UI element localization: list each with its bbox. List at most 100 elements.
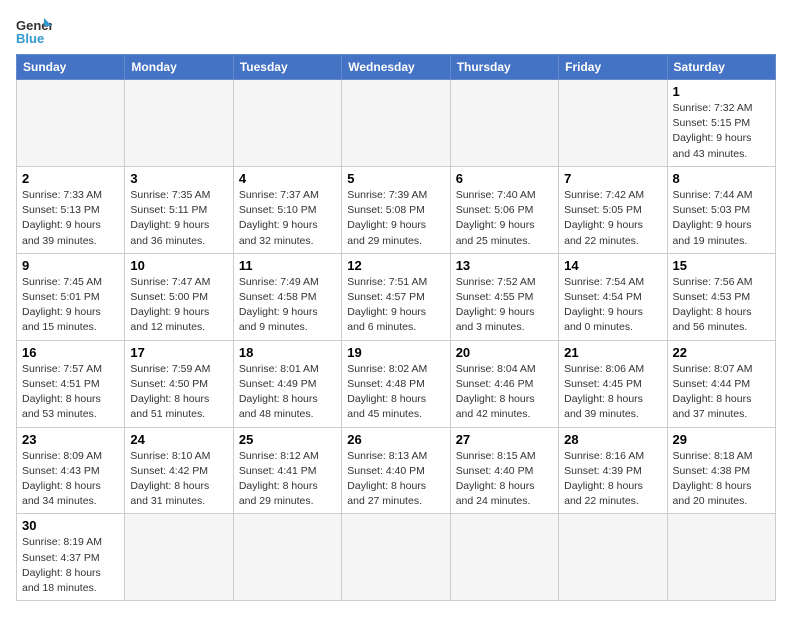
day-info: Sunrise: 8:19 AM Sunset: 4:37 PM Dayligh…	[22, 535, 119, 596]
calendar-week-row: 30 Sunrise: 8:19 AM Sunset: 4:37 PM Dayli…	[17, 514, 776, 601]
calendar-cell: 20 Sunrise: 8:04 AM Sunset: 4:46 PM Dayli…	[450, 340, 558, 427]
day-number: 29	[673, 432, 770, 447]
calendar-cell	[233, 80, 341, 167]
calendar-cell: 14Sunrise: 7:54 AM Sunset: 4:54 PM Dayli…	[559, 253, 667, 340]
calendar-cell	[233, 514, 341, 601]
day-info: Sunrise: 7:40 AM Sunset: 5:06 PM Dayligh…	[456, 188, 553, 249]
calendar-cell: 12Sunrise: 7:51 AM Sunset: 4:57 PM Dayli…	[342, 253, 450, 340]
day-number: 17	[130, 345, 227, 360]
calendar-cell: 22Sunrise: 8:07 AM Sunset: 4:44 PM Dayli…	[667, 340, 775, 427]
day-number: 5	[347, 171, 444, 186]
calendar-cell: 26 Sunrise: 8:13 AM Sunset: 4:40 PM Dayli…	[342, 427, 450, 514]
calendar-cell: 13Sunrise: 7:52 AM Sunset: 4:55 PM Dayli…	[450, 253, 558, 340]
day-number: 25	[239, 432, 336, 447]
calendar-cell	[125, 80, 233, 167]
day-info: Sunrise: 7:59 AM Sunset: 4:50 PM Dayligh…	[130, 362, 227, 423]
page-header: General Blue	[16, 16, 776, 44]
day-info: Sunrise: 7:37 AM Sunset: 5:10 PM Dayligh…	[239, 188, 336, 249]
logo-icon: General Blue	[16, 16, 52, 44]
weekday-header-sunday: Sunday	[17, 55, 125, 80]
calendar-cell: 29 Sunrise: 8:18 AM Sunset: 4:38 PM Dayli…	[667, 427, 775, 514]
calendar-cell	[342, 80, 450, 167]
day-info: Sunrise: 8:04 AM Sunset: 4:46 PM Dayligh…	[456, 362, 553, 423]
calendar-cell	[667, 514, 775, 601]
day-number: 20	[456, 345, 553, 360]
calendar-cell: 24 Sunrise: 8:10 AM Sunset: 4:42 PM Dayli…	[125, 427, 233, 514]
weekday-header-tuesday: Tuesday	[233, 55, 341, 80]
calendar-cell: 25 Sunrise: 8:12 AM Sunset: 4:41 PM Dayli…	[233, 427, 341, 514]
calendar-cell: 11 Sunrise: 7:49 AM Sunset: 4:58 PM Dayli…	[233, 253, 341, 340]
day-number: 1	[673, 84, 770, 99]
day-number: 11	[239, 258, 336, 273]
day-info: Sunrise: 7:52 AM Sunset: 4:55 PM Dayligh…	[456, 275, 553, 336]
calendar-cell: 8 Sunrise: 7:44 AM Sunset: 5:03 PM Daylig…	[667, 166, 775, 253]
calendar-cell: 23Sunrise: 8:09 AM Sunset: 4:43 PM Dayli…	[17, 427, 125, 514]
day-info: Sunrise: 8:15 AM Sunset: 4:40 PM Dayligh…	[456, 449, 553, 510]
calendar-cell: 5Sunrise: 7:39 AM Sunset: 5:08 PM Daylig…	[342, 166, 450, 253]
logo: General Blue	[16, 16, 52, 44]
day-info: Sunrise: 8:13 AM Sunset: 4:40 PM Dayligh…	[347, 449, 444, 510]
calendar-cell: 18Sunrise: 8:01 AM Sunset: 4:49 PM Dayli…	[233, 340, 341, 427]
day-info: Sunrise: 7:49 AM Sunset: 4:58 PM Dayligh…	[239, 275, 336, 336]
day-info: Sunrise: 7:54 AM Sunset: 4:54 PM Dayligh…	[564, 275, 661, 336]
day-info: Sunrise: 8:16 AM Sunset: 4:39 PM Dayligh…	[564, 449, 661, 510]
calendar-cell	[450, 514, 558, 601]
day-number: 4	[239, 171, 336, 186]
calendar-cell	[125, 514, 233, 601]
day-info: Sunrise: 7:35 AM Sunset: 5:11 PM Dayligh…	[130, 188, 227, 249]
calendar-cell: 21Sunrise: 8:06 AM Sunset: 4:45 PM Dayli…	[559, 340, 667, 427]
day-info: Sunrise: 8:10 AM Sunset: 4:42 PM Dayligh…	[130, 449, 227, 510]
day-number: 3	[130, 171, 227, 186]
day-number: 9	[22, 258, 119, 273]
calendar-cell	[559, 514, 667, 601]
day-info: Sunrise: 7:33 AM Sunset: 5:13 PM Dayligh…	[22, 188, 119, 249]
day-number: 24	[130, 432, 227, 447]
day-number: 6	[456, 171, 553, 186]
day-number: 19	[347, 345, 444, 360]
calendar-cell: 28 Sunrise: 8:16 AM Sunset: 4:39 PM Dayli…	[559, 427, 667, 514]
day-number: 16	[22, 345, 119, 360]
calendar-cell: 16 Sunrise: 7:57 AM Sunset: 4:51 PM Dayli…	[17, 340, 125, 427]
day-info: Sunrise: 8:09 AM Sunset: 4:43 PM Dayligh…	[22, 449, 119, 510]
calendar-cell: 2 Sunrise: 7:33 AM Sunset: 5:13 PM Daylig…	[17, 166, 125, 253]
calendar-week-row: 2 Sunrise: 7:33 AM Sunset: 5:13 PM Daylig…	[17, 166, 776, 253]
calendar-cell	[17, 80, 125, 167]
day-info: Sunrise: 7:32 AM Sunset: 5:15 PM Dayligh…	[673, 101, 770, 162]
day-info: Sunrise: 8:01 AM Sunset: 4:49 PM Dayligh…	[239, 362, 336, 423]
day-info: Sunrise: 7:44 AM Sunset: 5:03 PM Dayligh…	[673, 188, 770, 249]
day-number: 2	[22, 171, 119, 186]
weekday-header-friday: Friday	[559, 55, 667, 80]
calendar-week-row: 9 Sunrise: 7:45 AM Sunset: 5:01 PM Daylig…	[17, 253, 776, 340]
day-info: Sunrise: 7:42 AM Sunset: 5:05 PM Dayligh…	[564, 188, 661, 249]
day-number: 30	[22, 518, 119, 533]
calendar-week-row: 23Sunrise: 8:09 AM Sunset: 4:43 PM Dayli…	[17, 427, 776, 514]
day-number: 28	[564, 432, 661, 447]
day-info: Sunrise: 7:47 AM Sunset: 5:00 PM Dayligh…	[130, 275, 227, 336]
calendar-table: SundayMondayTuesdayWednesdayThursdayFrid…	[16, 54, 776, 601]
day-number: 15	[673, 258, 770, 273]
weekday-header-saturday: Saturday	[667, 55, 775, 80]
day-info: Sunrise: 8:07 AM Sunset: 4:44 PM Dayligh…	[673, 362, 770, 423]
calendar-cell: 1 Sunrise: 7:32 AM Sunset: 5:15 PM Daylig…	[667, 80, 775, 167]
day-info: Sunrise: 8:12 AM Sunset: 4:41 PM Dayligh…	[239, 449, 336, 510]
day-number: 27	[456, 432, 553, 447]
day-number: 12	[347, 258, 444, 273]
day-number: 26	[347, 432, 444, 447]
weekday-header-wednesday: Wednesday	[342, 55, 450, 80]
day-info: Sunrise: 8:02 AM Sunset: 4:48 PM Dayligh…	[347, 362, 444, 423]
calendar-week-row: 16 Sunrise: 7:57 AM Sunset: 4:51 PM Dayli…	[17, 340, 776, 427]
day-info: Sunrise: 7:57 AM Sunset: 4:51 PM Dayligh…	[22, 362, 119, 423]
day-info: Sunrise: 7:56 AM Sunset: 4:53 PM Dayligh…	[673, 275, 770, 336]
calendar-cell	[450, 80, 558, 167]
day-info: Sunrise: 7:45 AM Sunset: 5:01 PM Dayligh…	[22, 275, 119, 336]
day-number: 21	[564, 345, 661, 360]
weekday-header-thursday: Thursday	[450, 55, 558, 80]
calendar-cell: 6 Sunrise: 7:40 AM Sunset: 5:06 PM Daylig…	[450, 166, 558, 253]
day-info: Sunrise: 8:18 AM Sunset: 4:38 PM Dayligh…	[673, 449, 770, 510]
calendar-week-row: 1 Sunrise: 7:32 AM Sunset: 5:15 PM Daylig…	[17, 80, 776, 167]
svg-text:Blue: Blue	[16, 31, 44, 44]
calendar-cell: 30 Sunrise: 8:19 AM Sunset: 4:37 PM Dayli…	[17, 514, 125, 601]
day-number: 8	[673, 171, 770, 186]
calendar-cell: 3 Sunrise: 7:35 AM Sunset: 5:11 PM Daylig…	[125, 166, 233, 253]
weekday-header-monday: Monday	[125, 55, 233, 80]
